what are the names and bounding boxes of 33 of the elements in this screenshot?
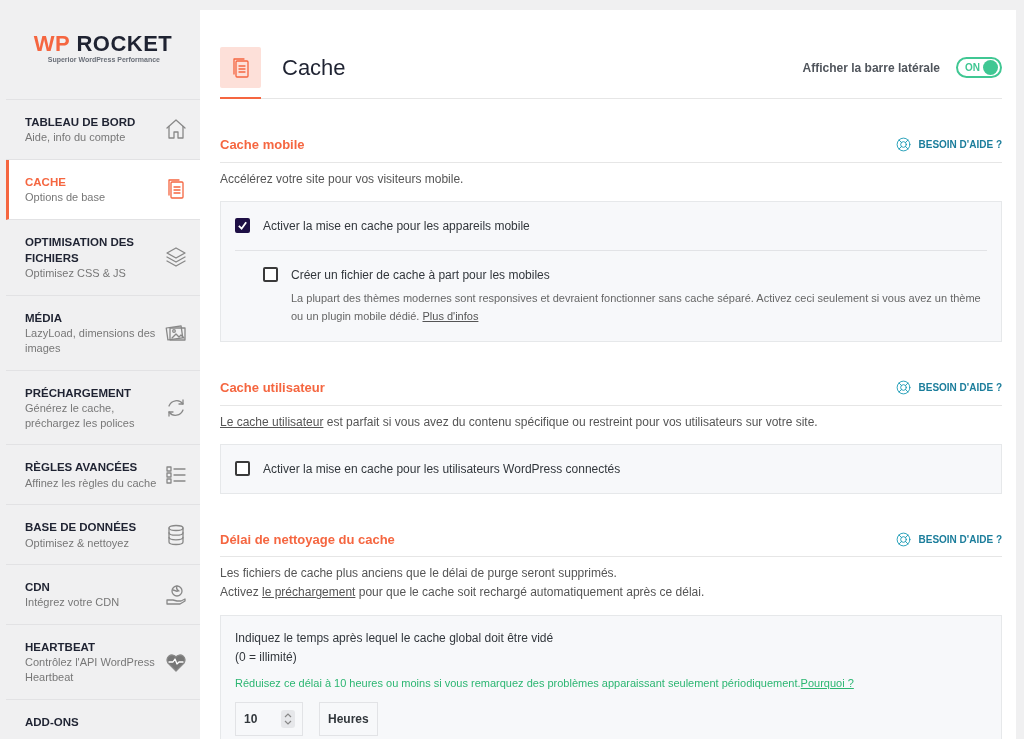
logo-title: WP ROCKET [33,33,173,56]
checkbox[interactable] [235,460,250,476]
lifebuoy-icon [894,379,912,397]
link[interactable]: Le cache utilisateur [220,414,324,429]
option-label: Créer un fichier de cache à part pour les mobiles [291,266,551,284]
description-text: Le cache utilisateur est parfait si vous avez du contenu spécifique ou restreint pour vos utilisateurs sur votre site. [220,413,819,431]
option-label: Activer la mise en cache pour les utilisateurs WordPress connectés [263,460,621,478]
help-link[interactable]: BESOIN D'AIDE ? [894,531,1002,548]
description-text: Activez le préchargement pour que le cache soit rechargé automatiquement après ce délai. [220,584,706,602]
field-note: (0 = illimité) [235,648,298,666]
sidebar-item[interactable]: CACHE Options de base [6,159,200,220]
toggle-label: Afficher la barre latérale [802,59,940,77]
lifebuoy-icon [894,531,912,548]
checkbox[interactable] [263,266,278,282]
help-link[interactable]: BESOIN D'AIDE ? [894,136,1002,154]
help-link[interactable]: BESOIN D'AIDE ? [894,379,1002,397]
section-title: Cache utilisateur [220,379,325,398]
page-title: Cache [282,54,346,82]
hand-globe-icon [164,582,188,607]
option-label: Activer la mise en cache pour les appareils mobile [263,217,530,235]
hint-text: Réduisez ce délai à 10 heures ou moins si vous remarquez des problèmes apparaissant seulement périodiquement.Pourquoi ? [235,676,855,691]
unit-label: Heures [319,701,378,736]
checkbox[interactable] [235,217,250,233]
option-help: La plupart des thèmes modernes sont responsives et devraient fonctionner sans cache séparé. Activez ceci seulement si vous avez un thème ou un plugin mobile dédié. Plus d'infos [291,290,982,325]
section-title: Délai de nettoyage du cache [220,530,395,549]
field-label: Indiquez le temps après lequel le cache global doit être vidé [235,629,555,647]
description-text: Accélérez votre site pour vos visiteurs mobile. [220,170,465,188]
lifebuoy-icon [894,136,912,154]
link[interactable]: Plus d'infos [422,310,479,323]
home-icon [164,117,188,142]
description-text: Les fichiers de cache plus anciens que le délai de purge seront supprimés. [220,565,618,583]
section-title: Cache mobile [220,136,305,154]
link[interactable]: le préchargement [262,585,356,600]
